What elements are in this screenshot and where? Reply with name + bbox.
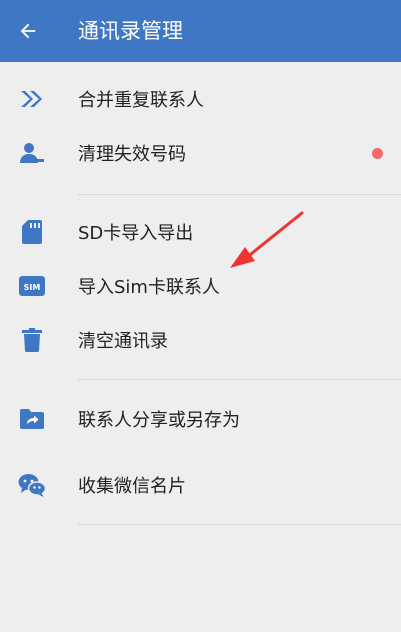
sd-card-icon [18,218,46,246]
svg-text:SIM: SIM [24,283,41,292]
double-chevron-right-icon [18,85,46,113]
import-sim-contacts-item[interactable]: SIM 导入Sim卡联系人 [0,259,401,313]
page-title: 通讯录管理 [78,19,183,43]
sd-card-import-export-item[interactable]: SD卡导入导出 [0,205,401,259]
back-button[interactable] [10,13,46,49]
clear-contacts-item[interactable]: 清空通讯录 [0,313,401,367]
arrow-left-icon [20,23,36,39]
merge-duplicates-item[interactable]: 合并重复联系人 [0,72,401,126]
collect-wechat-cards-item[interactable]: 收集微信名片 [0,458,401,512]
menu-item-label: 联系人分享或另存为 [78,410,240,431]
app-bar: 通讯录管理 [0,0,401,62]
menu-list: 合并重复联系人 清理失效号码 SD卡导入导出 SIM 导入Sim卡联系人 清空通… [0,62,401,525]
notification-dot [372,147,383,159]
share-contacts-item[interactable]: 联系人分享或另存为 [0,392,401,446]
clean-invalid-numbers-item[interactable]: 清理失效号码 [0,126,401,180]
menu-item-label: 收集微信名片 [78,476,186,497]
wechat-icon [18,471,46,499]
menu-item-label: 合并重复联系人 [78,90,204,111]
menu-item-label: 导入Sim卡联系人 [78,277,220,298]
sim-card-icon: SIM [18,272,46,300]
trash-icon [18,326,46,354]
menu-item-label: SD卡导入导出 [78,223,194,244]
menu-item-label: 清空通讯录 [78,331,168,352]
section-divider [78,524,401,525]
person-remove-icon [18,139,46,167]
menu-item-label: 清理失效号码 [78,144,186,165]
folder-share-icon [18,405,46,433]
